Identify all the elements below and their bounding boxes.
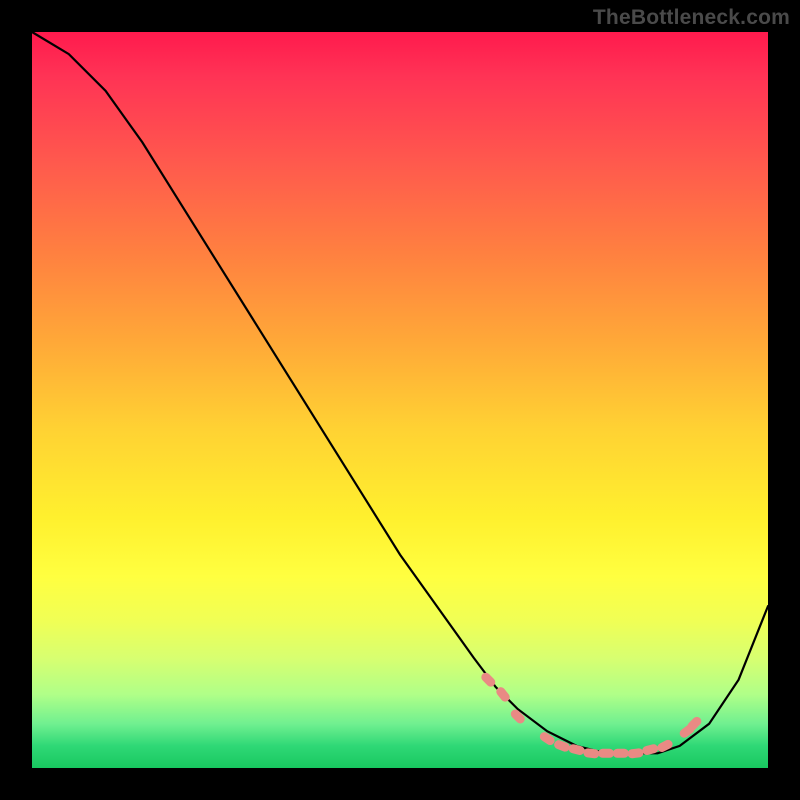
chart-svg bbox=[32, 32, 768, 768]
bottleneck-curve bbox=[32, 32, 768, 753]
highlight-marker bbox=[613, 749, 629, 758]
highlight-marker bbox=[538, 730, 556, 746]
highlight-marker bbox=[598, 749, 614, 758]
chart-container: TheBottleneck.com bbox=[0, 0, 800, 800]
highlight-marker bbox=[583, 748, 600, 759]
highlight-markers bbox=[479, 671, 703, 759]
plot-area bbox=[32, 32, 768, 768]
highlight-marker bbox=[509, 708, 527, 726]
highlight-marker bbox=[627, 748, 644, 759]
highlight-marker bbox=[568, 743, 586, 756]
watermark-text: TheBottleneck.com bbox=[593, 6, 790, 30]
